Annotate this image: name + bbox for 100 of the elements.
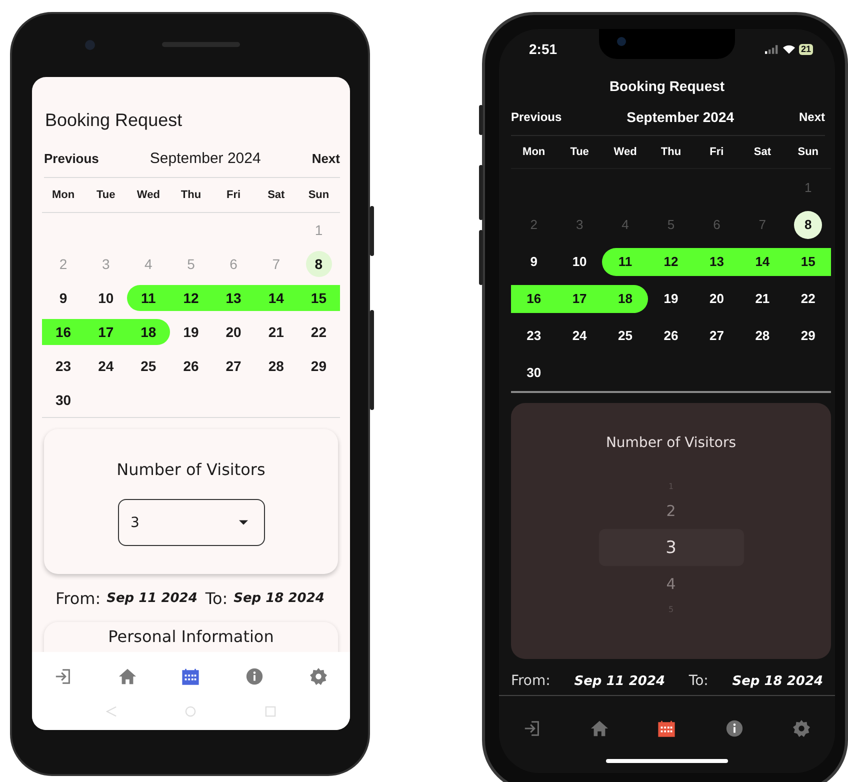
month-title: September 2024 <box>150 150 261 166</box>
next-button[interactable]: Next <box>798 110 825 124</box>
signal-icon <box>764 44 779 54</box>
battery-indicator: 21 <box>798 44 813 54</box>
calendar-icon <box>657 718 676 738</box>
weekday-label: Tue <box>570 146 589 158</box>
to-label: To: <box>205 588 228 608</box>
weekday-label: Thu <box>660 146 682 158</box>
home-tab[interactable] <box>118 666 137 686</box>
date-cell[interactable]: 11 <box>127 285 170 311</box>
info-icon <box>724 718 744 738</box>
date-cell[interactable]: 16 <box>42 319 85 345</box>
settings-tab[interactable] <box>792 718 811 738</box>
weekday-label: Wed <box>136 189 160 201</box>
home-icon <box>590 718 610 738</box>
home-tab[interactable] <box>590 718 610 738</box>
date-cell[interactable]: 8 <box>306 251 332 277</box>
card-title: Number of Visitors <box>606 434 736 453</box>
date-cell[interactable]: 15 <box>785 248 831 276</box>
date-cell[interactable]: 26 <box>648 322 694 350</box>
date-cell[interactable]: 17 <box>556 284 602 312</box>
date-cell[interactable]: 10 <box>84 285 128 311</box>
date-cell[interactable]: 9 <box>511 248 557 276</box>
date-cell[interactable]: 23 <box>42 353 85 379</box>
previous-button[interactable]: Previous <box>44 150 99 166</box>
date-cell[interactable]: 28 <box>254 353 298 379</box>
wifi-icon <box>782 44 795 54</box>
settings-icon <box>308 666 328 686</box>
month-title: September 2024 <box>626 109 734 125</box>
weekday-label: Tue <box>96 189 116 201</box>
weekday-label: Sun <box>798 146 819 158</box>
date-cell[interactable]: 22 <box>297 319 340 345</box>
date-cell[interactable]: 17 <box>84 319 128 345</box>
home-icon <box>118 666 137 686</box>
weekday-label: Mon <box>52 189 75 201</box>
info-icon <box>245 666 264 686</box>
date-cell[interactable]: 18 <box>602 284 648 312</box>
date-cell[interactable]: 26 <box>170 353 212 379</box>
to-date: Sep 18 2024 <box>732 674 824 688</box>
date-cell[interactable]: 27 <box>694 322 740 350</box>
calendar-tab[interactable] <box>657 718 676 738</box>
picker-option[interactable]: 2 <box>598 497 744 525</box>
date-cell[interactable]: 25 <box>127 353 170 379</box>
date-cell[interactable]: 15 <box>297 285 340 311</box>
date-cell[interactable]: 13 <box>694 248 740 276</box>
weekday-label: Mon <box>522 146 546 158</box>
date-cell[interactable]: 16 <box>511 284 557 312</box>
date-cell[interactable]: 11 <box>602 248 648 276</box>
date-cell[interactable]: 25 <box>602 322 648 350</box>
caret-icon <box>238 520 248 525</box>
date-cell[interactable]: 14 <box>254 285 298 311</box>
date-cell[interactable]: 28 <box>740 322 786 350</box>
date-cell[interactable]: 29 <box>785 322 831 350</box>
visitors-dropdown[interactable]: 3 <box>118 499 264 546</box>
camera-lens <box>85 40 95 50</box>
side-button[interactable] <box>370 206 374 256</box>
weekday-label: Sun <box>308 189 330 201</box>
camera-lens <box>617 37 626 46</box>
date-cell[interactable]: 23 <box>511 322 557 350</box>
weekday-label: Wed <box>614 146 637 158</box>
side-button[interactable] <box>479 105 483 135</box>
date-cell[interactable]: 21 <box>254 319 298 345</box>
next-button[interactable]: Next <box>312 150 340 166</box>
date-cell[interactable]: 20 <box>694 284 740 312</box>
date-cell[interactable]: 22 <box>785 284 831 312</box>
card-title: Number of Visitors <box>116 459 266 481</box>
weekday-label: Sat <box>268 189 285 201</box>
date-cell[interactable]: 12 <box>648 248 694 276</box>
date-cell[interactable]: 29 <box>297 353 340 379</box>
status-time: 2:51 <box>529 41 558 57</box>
date-cell[interactable]: 12 <box>170 285 212 311</box>
date-cell[interactable]: 30 <box>42 387 85 413</box>
to-date: Sep 18 2024 <box>234 590 324 606</box>
date-cell[interactable]: 10 <box>556 248 602 276</box>
page-title: Booking Request <box>608 77 726 96</box>
date-cell[interactable]: 24 <box>556 322 602 350</box>
info-tab[interactable] <box>724 718 744 738</box>
to-label: To: <box>688 673 708 689</box>
weekday-label: Fri <box>710 146 724 158</box>
weekday-label: Sat <box>754 146 771 158</box>
date-cell[interactable]: 30 <box>511 358 557 386</box>
date-cell[interactable]: 19 <box>648 284 694 312</box>
date-cell[interactable]: 13 <box>212 285 255 311</box>
date-cell[interactable]: 21 <box>740 284 786 312</box>
date-cell[interactable]: 9 <box>42 285 85 311</box>
previous-button[interactable]: Previous <box>511 110 562 124</box>
picker-option[interactable]: 4 <box>598 570 744 598</box>
date-cell[interactable]: 18 <box>127 319 170 345</box>
picker-option[interactable]: 3 <box>598 529 744 566</box>
weekday-label: Thu <box>180 189 202 201</box>
from-label: From: <box>510 673 550 689</box>
from-date: Sep 11 2024 <box>574 674 666 688</box>
date-cell[interactable]: 20 <box>212 319 255 345</box>
date-cell[interactable]: 27 <box>212 353 255 379</box>
settings-tab[interactable] <box>308 666 328 686</box>
date-cell[interactable]: 24 <box>84 353 128 379</box>
date-cell[interactable]: 14 <box>740 248 786 276</box>
date-cell[interactable]: 19 <box>170 319 212 345</box>
date-cell[interactable]: 8 <box>794 210 822 238</box>
weekday-label: Fri <box>226 189 241 201</box>
